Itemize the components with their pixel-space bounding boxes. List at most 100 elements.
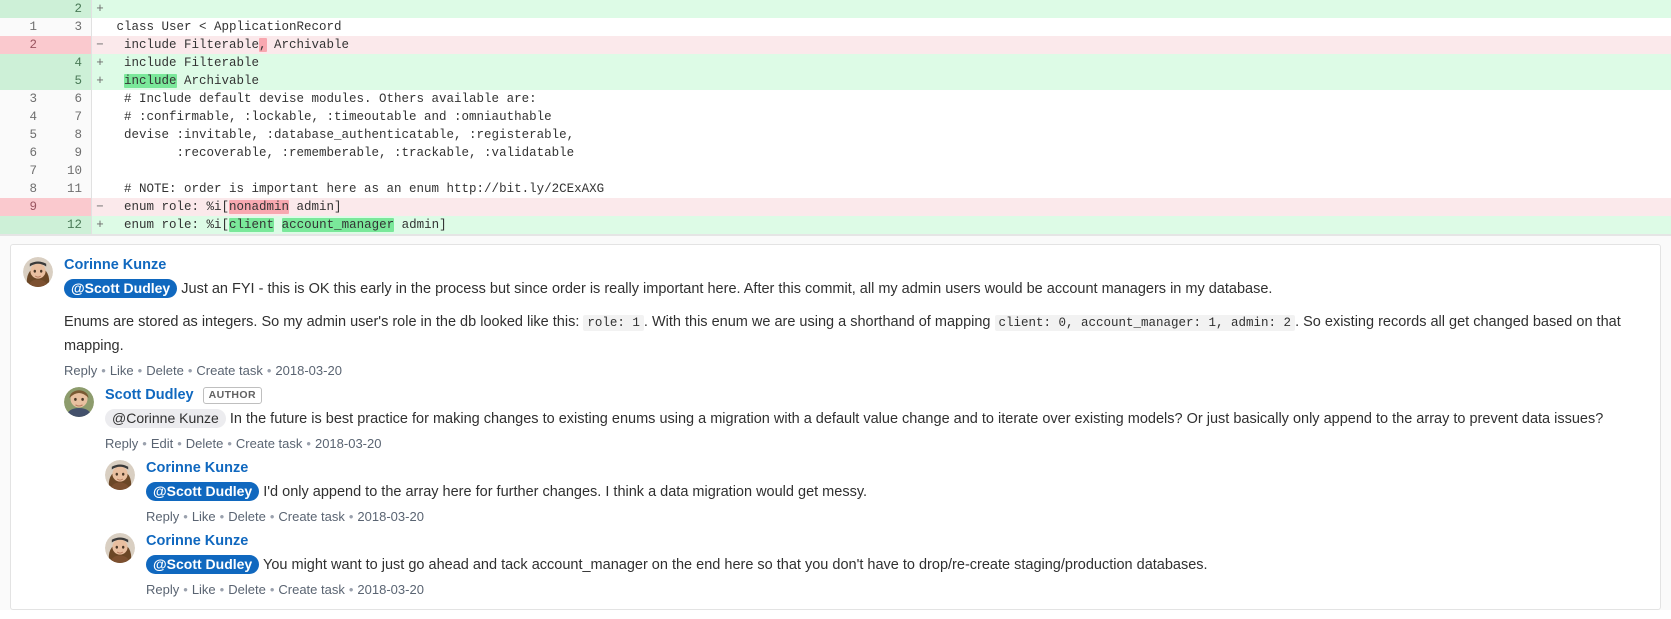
diff-change-marker [92,144,108,162]
diff-code-segment: enum role: %i[ [109,218,230,232]
diff-code-segment: include Filterable [109,56,260,70]
diff-change-marker [92,126,108,144]
diff-code-text: enum role: %i[client account_manager adm… [108,216,1671,234]
diff-new-line-number[interactable]: 12 [46,216,92,234]
action-separator: • [348,509,354,524]
comment-author-link[interactable]: Corinne Kunze [64,257,166,273]
user-mention[interactable]: @Scott Dudley [146,555,260,574]
diff-old-line-number[interactable]: 4 [0,108,46,126]
action-like[interactable]: Like [192,509,216,524]
diff-old-line-number[interactable] [0,216,46,234]
action-create-task[interactable]: Create task [278,509,344,524]
diff-code-text: # :confirmable, :lockable, :timeoutable … [108,108,1671,126]
comment-author-link[interactable]: Corinne Kunze [146,460,248,476]
diff-line-ctx: 36 # Include default devise modules. Oth… [0,90,1671,108]
action-like[interactable]: Like [192,582,216,597]
diff-word-added: include [124,74,177,88]
action-like[interactable]: Like [110,363,134,378]
comment-body: Corinne Kunze @Scott Dudley Just an FYI -… [64,256,1648,380]
comment-timestamp[interactable]: 2018-03-20 [357,509,424,524]
diff-code-text: include Filterable [108,54,1671,72]
inline-code: role: 1 [583,315,644,331]
diff-new-line-number[interactable]: 11 [46,180,92,198]
diff-old-line-number[interactable]: 3 [0,90,46,108]
diff-new-line-number[interactable] [46,36,92,54]
action-delete[interactable]: Delete [146,363,184,378]
action-create-task[interactable]: Create task [236,436,302,451]
action-separator: • [101,363,106,378]
diff-new-line-number[interactable]: 5 [46,72,92,90]
action-delete[interactable]: Delete [186,436,224,451]
avatar[interactable] [105,533,135,563]
diff-code-text: include Archivable [108,72,1671,90]
diff-new-line-number[interactable]: 4 [46,54,92,72]
action-delete[interactable]: Delete [228,582,266,597]
action-reply[interactable]: Reply [64,363,97,378]
action-reply[interactable]: Reply [105,436,138,451]
action-edit[interactable]: Edit [151,436,173,451]
diff-new-line-number[interactable]: 3 [46,18,92,36]
diff-code-segment: admin] [289,200,342,214]
action-separator: • [187,363,193,378]
diff-line-ctx: 7 10 [0,162,1671,180]
user-mention[interactable]: @Corinne Kunze [105,409,226,428]
comment-body: Scott Dudley AUTHOR @Corinne Kunze In the … [105,386,1648,453]
comment-note: Corinne Kunze @Scott Dudley I'd only appe… [105,457,1648,530]
action-reply[interactable]: Reply [146,582,179,597]
action-create-task[interactable]: Create task [278,582,344,597]
diff-code-text: devise :invitable, :database_authenticat… [108,126,1671,144]
diff-old-line-number[interactable]: 6 [0,144,46,162]
diff-new-line-number[interactable]: 7 [46,108,92,126]
diff-old-line-number[interactable]: 2 [0,36,46,54]
comment-timestamp[interactable]: 2018-03-20 [357,582,424,597]
diff-change-marker: + [96,2,104,16]
action-separator: • [306,436,311,451]
comment-author-link[interactable]: Scott Dudley [105,387,194,403]
diff-line-add: 2 + [0,0,1671,18]
comment-timestamp[interactable]: 2018-03-20 [275,363,342,378]
diff-change-marker [92,18,108,36]
diff-code-segment: class User < ApplicationRecord [109,20,342,34]
diff-old-line-number[interactable]: 5 [0,126,46,144]
comment-text: Just an FYI - this is OK this early in t… [181,281,1273,297]
diff-new-line-number[interactable]: 9 [46,144,92,162]
diff-code-segment: enum role: %i[ [109,200,230,214]
user-mention[interactable]: @Scott Dudley [64,279,178,298]
diff-new-line-number[interactable]: 10 [46,162,92,180]
diff-new-line-number[interactable]: 6 [46,90,92,108]
comment-header: Scott Dudley AUTHOR [105,386,1648,404]
diff-old-line-number[interactable]: 1 [0,18,46,36]
diff-new-line-number[interactable]: 2 [46,0,92,18]
diff-old-line-number[interactable]: 9 [0,198,46,216]
action-separator: • [227,436,232,451]
action-separator: • [183,582,188,597]
diff-old-line-number[interactable] [0,54,46,72]
diff-change-marker: + [96,74,104,88]
action-create-task[interactable]: Create task [196,363,262,378]
action-delete[interactable]: Delete [228,509,266,524]
comment-author-link[interactable]: Corinne Kunze [146,533,248,549]
diff-code-text: # Include default devise modules. Others… [108,90,1671,108]
action-separator: • [142,436,147,451]
diff-old-line-number[interactable] [0,72,46,90]
diff-old-line-number[interactable] [0,0,46,18]
avatar[interactable] [64,387,94,417]
diff-old-line-number[interactable]: 7 [0,162,46,180]
author-badge: AUTHOR [202,386,262,404]
diff-code-segment: Archivable [176,74,260,88]
diff-new-line-number[interactable] [46,198,92,216]
diff-line-ctx: 47 # :confirmable, :lockable, :timeoutab… [0,108,1671,126]
diff-line-ctx: 69 :recoverable, :rememberable, :trackab… [0,144,1671,162]
comment-timestamp[interactable]: 2018-03-20 [315,436,382,451]
diff-code-text: :recoverable, :rememberable, :trackable,… [108,144,1671,162]
diff-word-removed: , [259,38,267,52]
avatar[interactable] [23,257,53,287]
action-reply[interactable]: Reply [146,509,179,524]
diff-old-line-number[interactable]: 8 [0,180,46,198]
avatar[interactable] [105,460,135,490]
diff-new-line-number[interactable]: 8 [46,126,92,144]
user-mention[interactable]: @Scott Dudley [146,482,260,501]
diff-line-ctx: 58 devise :invitable, :database_authenti… [0,126,1671,144]
comment-actions: Reply • Edit • Delete • Create task • 2018-03-20 [105,434,1648,453]
comment-paragraph: @Scott Dudley I'd only append to the arr… [146,480,1648,504]
